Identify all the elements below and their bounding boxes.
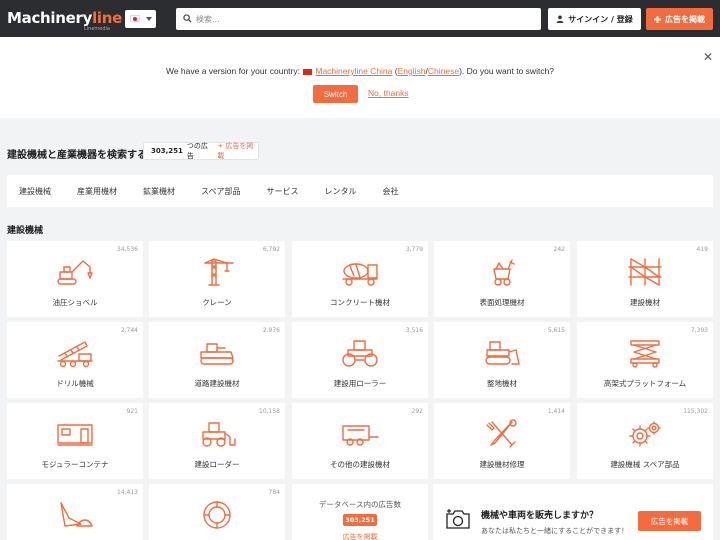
search-box[interactable] (176, 8, 541, 30)
ad-count-box: 303,251 つの広告 + 広告を掲載 (143, 142, 259, 160)
search-input[interactable] (196, 11, 526, 27)
user-icon (556, 15, 564, 23)
container-icon (57, 424, 93, 446)
crane-icon (204, 258, 234, 286)
close-icon[interactable]: ✕ (703, 50, 713, 64)
category-tile[interactable]: 5,615 整地機材 (434, 322, 570, 398)
gears-icon (629, 421, 661, 447)
tab-spare-parts[interactable]: スペア部品 (201, 186, 240, 197)
concrete-mixer-icon (342, 263, 378, 286)
china-site-link[interactable]: Machineryline China (315, 66, 392, 76)
tab-industrial[interactable]: 産業用機材 (77, 186, 117, 197)
switch-button[interactable]: Switch (313, 85, 358, 103)
category-tile[interactable]: 14,413 (7, 484, 143, 540)
road-roller-icon (342, 340, 378, 367)
tab-rental[interactable]: レンタル (324, 186, 356, 197)
tab-companies[interactable]: 会社 (382, 186, 398, 197)
japan-flag-icon (130, 15, 140, 22)
category-tile[interactable]: 292 その他の建設機材 (292, 403, 428, 479)
category-tile[interactable]: 34,536 油圧ショベル (7, 241, 143, 317)
sell-heading: 機械や車両を販売しますか？ (481, 511, 599, 521)
plus-icon (654, 15, 661, 23)
category-tile[interactable]: 3,779 コンクリート機材 (292, 241, 428, 317)
excavator-icon (57, 260, 93, 285)
scaffolding-icon (628, 258, 662, 286)
sell-promo: 機械や車両を販売しますか？ あなたは私たちと一緒にすることができます！ 広告を掲… (433, 484, 713, 540)
english-link[interactable]: English (398, 66, 426, 76)
section-heading: 建設機械 (7, 226, 44, 236)
tab-construction[interactable]: 建設機械 (19, 186, 51, 197)
logo[interactable]: Machineryline (7, 9, 122, 27)
loader-icon (202, 422, 236, 447)
top-header: Machineryline Linemedia サインイン / 登録 広告を掲載 (0, 0, 720, 37)
category-tile[interactable]: 921 モジュラーコンテナ (7, 403, 143, 479)
category-tile[interactable]: 1,414 建設機材修理 (434, 403, 570, 479)
paver-icon (200, 343, 234, 365)
country-selector[interactable] (125, 10, 156, 28)
ad-count: 303,251 (151, 147, 183, 155)
category-tile[interactable]: 10,158 建設ローダー (149, 403, 285, 479)
tire-icon (203, 501, 231, 529)
category-tile[interactable]: 784 (149, 484, 285, 540)
banner-message: We have a version for your country: Mach… (165, 66, 555, 76)
category-tile[interactable]: 7,393 高架式プラットフォーム (577, 322, 713, 398)
signin-button[interactable]: サインイン / 登録 (548, 8, 641, 30)
database-count-badge: 303,251 (343, 514, 377, 526)
surface-treatment-icon (493, 259, 515, 286)
sell-subtext: あなたは私たちと一緒にすることができます！ (481, 527, 629, 535)
sell-post-ad-button[interactable]: 広告を掲載 (638, 511, 701, 531)
chinese-link[interactable]: Chinese (428, 66, 459, 76)
camera-icon (446, 509, 470, 529)
china-flag-icon (303, 68, 313, 75)
post-ad-link[interactable]: + 広告を掲載 (217, 141, 258, 161)
tab-services[interactable]: サービス (266, 186, 298, 197)
logo-subtitle: Linemedia (84, 26, 110, 32)
tools-icon (486, 419, 517, 448)
category-tile[interactable]: 6,792 クレーン (149, 241, 285, 317)
post-ad-button[interactable]: 広告を掲載 (646, 8, 713, 30)
category-tile[interactable]: 3,516 建設用ローラー (292, 322, 428, 398)
category-tile[interactable]: 115,302 建設機械 スペア部品 (577, 403, 713, 479)
category-tile[interactable]: 2,976 道路建設機材 (149, 322, 285, 398)
country-suggestion-banner: ✕ We have a version for your country: Ma… (0, 37, 720, 118)
tab-mining[interactable]: 鉱業機材 (143, 186, 175, 197)
no-thanks-link[interactable]: No, thanks (368, 88, 409, 98)
page-title: 建設機械と産業機器を検索する (7, 150, 147, 161)
category-tile[interactable]: 242 表面処理機材 (434, 241, 570, 317)
db-post-ad-link[interactable]: 広告を掲載 (292, 532, 428, 540)
search-icon (183, 14, 192, 23)
category-tabs: 建設機械 産業用機材 鉱業機材 スペア部品 サービス レンタル 会社 (7, 175, 713, 207)
category-tile[interactable]: 2,744 ドリル機械 (7, 322, 143, 398)
attachment-icon (60, 502, 93, 527)
drilling-rig-icon (57, 341, 93, 368)
scissor-lift-icon (630, 340, 660, 368)
category-tile[interactable]: 419 建設機材 (577, 241, 713, 317)
chevron-down-icon (146, 17, 152, 21)
bulldozer-icon (485, 341, 520, 365)
database-count-tile: データベース内の広告数 303,251 広告を掲載 (292, 484, 428, 540)
trailer-icon (342, 425, 379, 446)
